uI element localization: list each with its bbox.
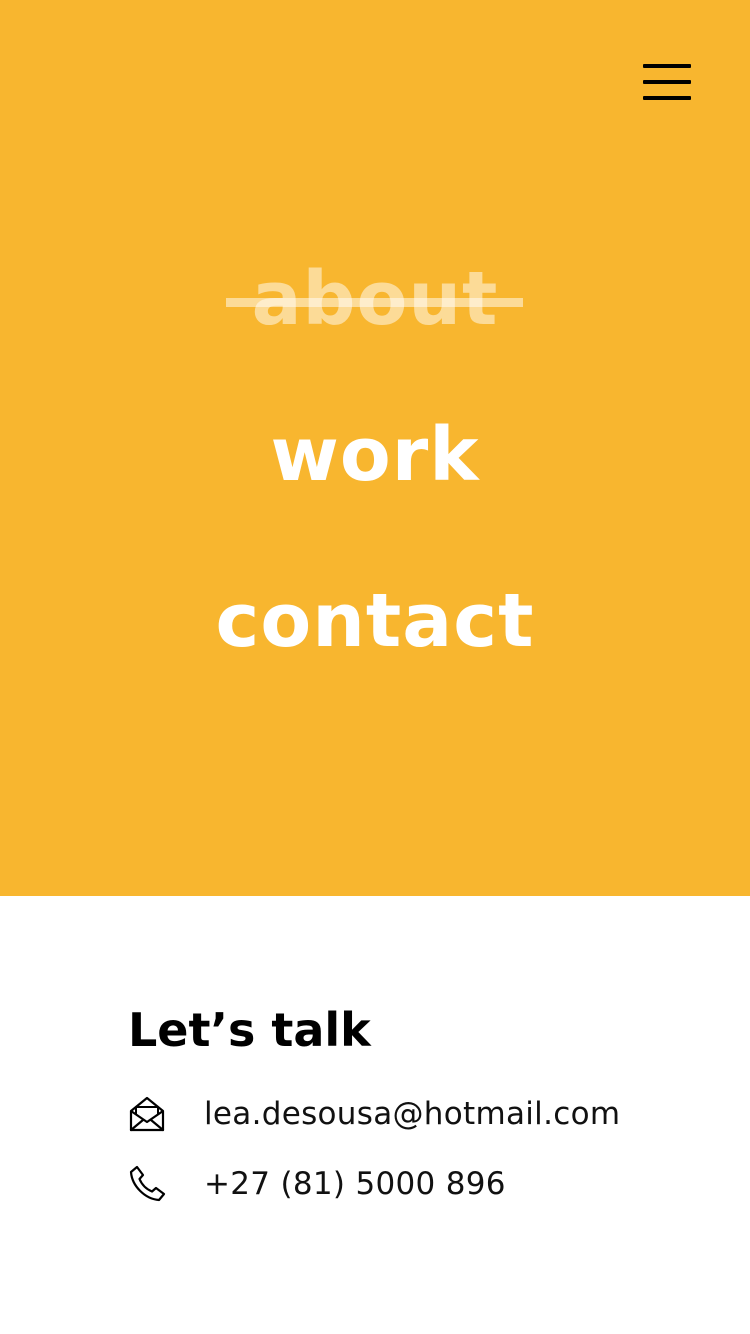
email-link[interactable]: lea.desousa@hotmail.com — [204, 1094, 620, 1134]
menu-bar-middle — [643, 80, 691, 84]
contact-title: Let’s talk — [128, 1003, 371, 1057]
phone-row[interactable]: +27 (81) 5000 896 — [128, 1164, 505, 1204]
contact-section: Let’s talk lea.desousa@hotmail.com +27 (… — [0, 896, 750, 1334]
phone-link[interactable]: +27 (81) 5000 896 — [204, 1164, 506, 1204]
nav-item-contact[interactable]: contact — [0, 576, 750, 666]
nav-item-work[interactable]: work — [0, 410, 750, 500]
menu-bar-bottom — [643, 96, 691, 100]
envelope-icon — [128, 1095, 166, 1133]
about-strikethrough-line — [226, 298, 523, 307]
phone-icon — [128, 1165, 166, 1203]
hamburger-menu-icon[interactable] — [640, 60, 696, 108]
email-row[interactable]: lea.desousa@hotmail.com — [128, 1094, 620, 1134]
menu-bar-top — [643, 64, 691, 68]
hero-menu-panel: about work contact — [0, 0, 750, 896]
